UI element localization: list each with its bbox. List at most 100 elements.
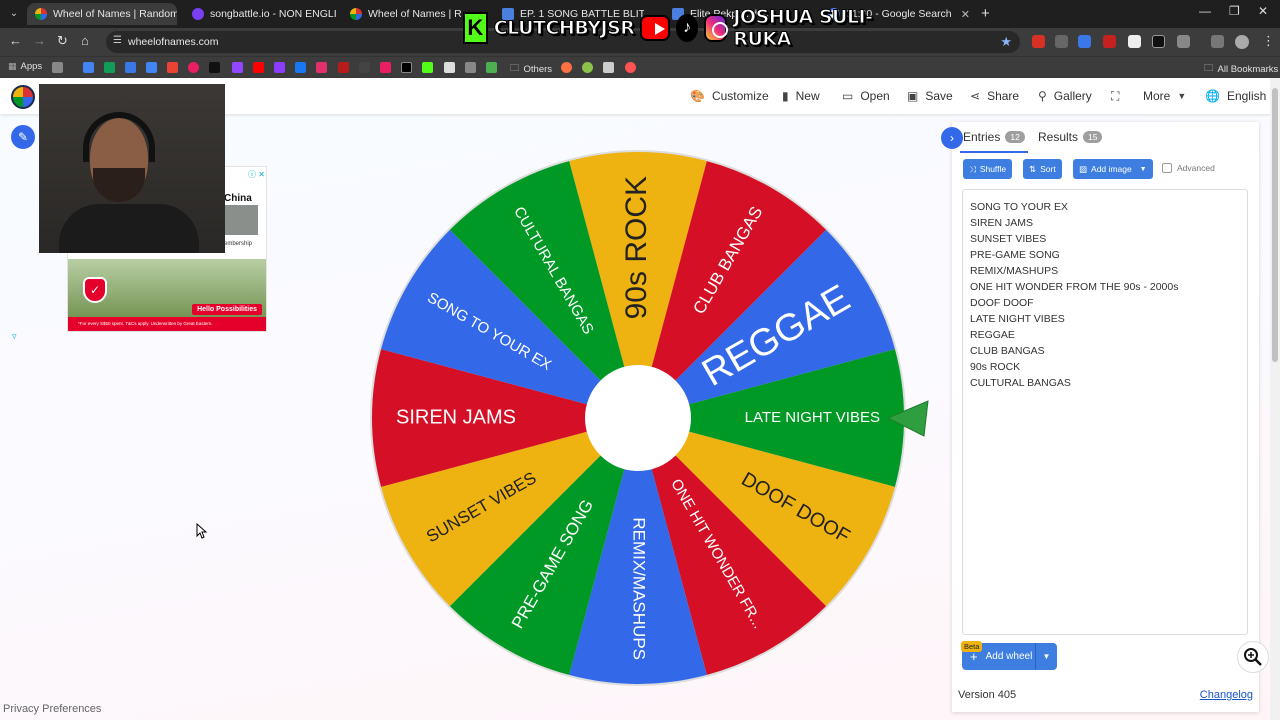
bookmark-icon[interactable]: [338, 62, 349, 73]
bookmark-icon[interactable]: [167, 62, 178, 73]
kick-icon[interactable]: [422, 62, 433, 73]
entries-textarea[interactable]: SONG TO YOUR EX SIREN JAMS SUNSET VIBES …: [962, 189, 1248, 635]
entry-line: REGGAE: [970, 329, 1015, 341]
advanced-checkbox[interactable]: [1162, 163, 1172, 173]
bookmark-icon[interactable]: [603, 62, 614, 73]
restore-icon[interactable]: ❐: [1229, 4, 1240, 18]
x-icon[interactable]: [401, 62, 412, 73]
extension-icon[interactable]: [1055, 35, 1068, 48]
fullscreen-button[interactable]: ⛶: [1111, 89, 1119, 104]
wheel-center-hub[interactable]: [585, 365, 691, 471]
ad-image: [224, 205, 258, 235]
entry-line: REMIX/MASHUPS: [970, 265, 1059, 277]
page-scrollbar[interactable]: [1270, 78, 1280, 720]
bookmark-icon[interactable]: [582, 62, 593, 73]
puzzle-icon[interactable]: [1177, 35, 1190, 48]
tab-entries[interactable]: Entries 12: [963, 130, 1025, 144]
profile-avatar[interactable]: [1235, 35, 1249, 49]
bookmark-icon[interactable]: [188, 62, 199, 73]
open-button[interactable]: ▭ Open: [842, 89, 890, 103]
instagram-icon[interactable]: [316, 62, 327, 73]
wheel-container[interactable]: 90s ROCK CLUB BANGAS REGGAE LATE NIGHT VIBE…: [365, 146, 935, 690]
customize-button[interactable]: 🎨 Customize: [690, 89, 769, 103]
shield-icon: ✓: [83, 277, 107, 303]
entry-line: DOOF DOOF: [970, 297, 1034, 309]
zoom-search-icon[interactable]: [1237, 641, 1269, 673]
add-image-button[interactable]: ▨ Add image ▼: [1073, 159, 1153, 179]
ad-info-icon[interactable]: ⓘ ✕: [248, 169, 265, 180]
streamer-name: JOSHUA SULI-RUKA: [733, 6, 874, 51]
apps-bookmark[interactable]: ▦ Apps: [8, 61, 42, 72]
extension-icon[interactable]: [1152, 35, 1165, 48]
bookmark-icon[interactable]: [380, 62, 391, 73]
shuffle-label: Shuffle: [979, 164, 1007, 174]
save-button[interactable]: ▣ Save: [907, 89, 953, 103]
new-tab-button[interactable]: +: [981, 5, 990, 22]
drive-icon[interactable]: [83, 62, 94, 73]
pdf-icon[interactable]: [1103, 35, 1116, 48]
wheel-logo-icon[interactable]: [11, 85, 35, 109]
tiktok-icon: ♪: [675, 14, 699, 42]
save-label: Save: [925, 89, 953, 103]
adchoices-icon[interactable]: ▿: [12, 331, 17, 342]
new-label: New: [795, 89, 820, 103]
back-icon[interactable]: ←: [9, 33, 22, 48]
language-button[interactable]: 🌐 English: [1205, 89, 1266, 103]
tab-results[interactable]: Results 15: [1038, 130, 1103, 144]
bookmark-icon[interactable]: [444, 62, 455, 73]
privacy-preferences-link[interactable]: Privacy Preferences: [3, 703, 101, 715]
folder-icon: 🗀: [510, 63, 520, 74]
browser-tab[interactable]: songbattle.io - NON ENGLISH ✕: [184, 3, 336, 25]
bookmark-icon[interactable]: [274, 62, 285, 73]
sort-button[interactable]: ⇅ Sort: [1023, 159, 1062, 179]
all-bookmarks-folder[interactable]: 🗀 All Bookmarks: [1204, 61, 1278, 77]
edit-pencil-icon[interactable]: ✎: [11, 125, 35, 149]
close-window-icon[interactable]: ✕: [1258, 4, 1268, 18]
shuffle-button[interactable]: ⤨ Shuffle: [963, 159, 1013, 179]
browser-tab[interactable]: Wheel of Names | Random 🔊 ✕: [27, 3, 177, 25]
twitch-icon[interactable]: [232, 62, 243, 73]
wheel-segment-label: SIREN JAMS: [396, 406, 516, 428]
grid-icon[interactable]: [52, 62, 63, 73]
adblock-icon[interactable]: [1032, 35, 1045, 48]
media-icon[interactable]: [1211, 35, 1224, 48]
browser-tab[interactable]: Wheel of Names | Random: [342, 3, 462, 25]
facebook-icon[interactable]: [295, 62, 306, 73]
bookmark-icon[interactable]: [561, 62, 572, 73]
close-tab-icon[interactable]: ✕: [961, 8, 970, 21]
bookmark-icon[interactable]: [465, 62, 476, 73]
folder-icon: ▭: [842, 89, 854, 103]
site-info-icon[interactable]: ☰: [113, 35, 122, 46]
others-folder[interactable]: 🗀 Others: [510, 61, 552, 77]
bookmark-icon[interactable]: [486, 62, 497, 73]
tab-search-icon[interactable]: ⌄: [5, 5, 23, 23]
new-button[interactable]: ▮ New: [782, 89, 820, 103]
collapse-panel-icon[interactable]: ›: [941, 127, 963, 149]
bookmark-icon[interactable]: [125, 62, 136, 73]
home-icon[interactable]: ⌂: [81, 33, 89, 48]
advanced-toggle[interactable]: Advanced: [1162, 163, 1215, 173]
more-button[interactable]: More ▼: [1143, 89, 1186, 103]
scrollbar-thumb[interactable]: [1272, 88, 1278, 362]
sheets-icon[interactable]: [104, 62, 115, 73]
minimize-icon[interactable]: —: [1199, 4, 1211, 18]
star-icon[interactable]: ★: [1000, 34, 1012, 50]
forward-icon[interactable]: →: [33, 33, 46, 48]
share-button[interactable]: ⋖ Share: [970, 89, 1019, 103]
chevron-down-icon: ▼: [1139, 165, 1147, 173]
changelog-link[interactable]: Changelog: [1200, 689, 1253, 701]
bookmark-icon[interactable]: [625, 62, 636, 73]
tiktok-icon[interactable]: [209, 62, 220, 73]
wheel[interactable]: 90s ROCK CLUB BANGASREGGAELATE NIGHT VIBE…: [365, 146, 935, 690]
gallery-button[interactable]: ⚲ Gallery: [1038, 89, 1092, 103]
docs-icon[interactable]: [146, 62, 157, 73]
chevron-down-icon[interactable]: ▼: [1035, 643, 1057, 670]
ad-cta[interactable]: Hello Possibilities: [192, 304, 262, 315]
extension-icon[interactable]: [1128, 35, 1141, 48]
kebab-menu-icon[interactable]: ⋮: [1262, 33, 1275, 49]
reload-icon[interactable]: ↻: [57, 33, 68, 49]
mouse-cursor-icon: [196, 523, 208, 539]
extension-icon[interactable]: [1078, 35, 1091, 48]
youtube-icon[interactable]: [253, 62, 264, 73]
bookmark-icon[interactable]: [359, 62, 370, 73]
